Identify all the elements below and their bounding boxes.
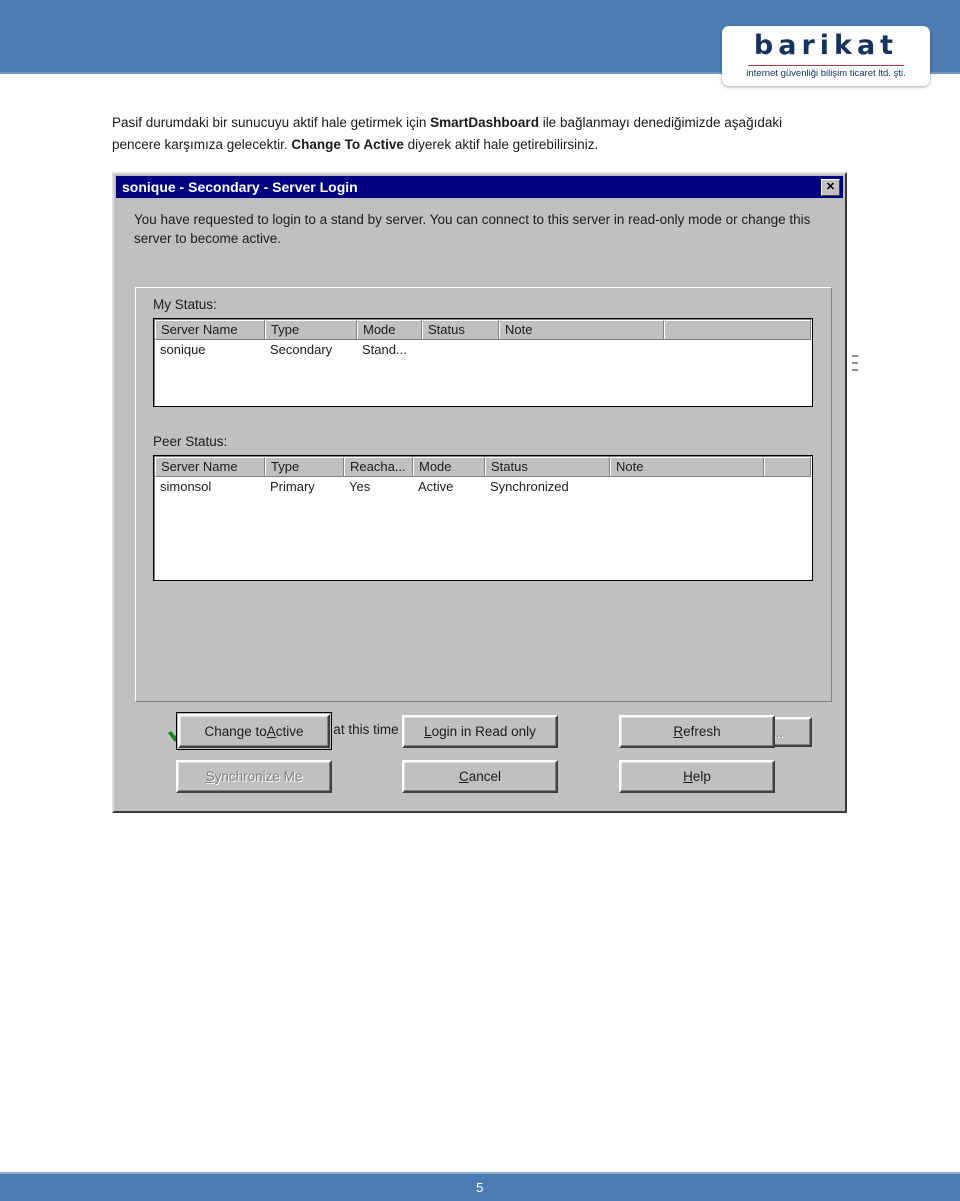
intro-bold-smartdashboard: SmartDashboard [430, 115, 539, 130]
scan-artifact [852, 362, 858, 364]
peer-status-cell-note [610, 477, 764, 497]
my-status-col-server-name[interactable]: Server Name [155, 320, 265, 339]
help-accel: H [683, 769, 693, 784]
intro-text-3: diyerek aktif hale getirebilirsiniz. [403, 137, 599, 152]
peer-status-col-blank[interactable] [764, 457, 811, 476]
peer-status-col-status[interactable]: Status [485, 457, 610, 476]
barikat-logo: barikat internet güvenliği bilişim ticar… [722, 26, 930, 86]
login-read-only-label-post: ogin in Read only [431, 724, 536, 739]
peer-status-listview[interactable]: Server Name Type Reacha... Mode Status N… [153, 455, 813, 581]
cancel-label-post: ancel [468, 769, 502, 784]
peer-status-col-note[interactable]: Note [610, 457, 764, 476]
help-button[interactable]: Help [619, 760, 775, 793]
close-icon[interactable]: ✕ [821, 178, 840, 196]
status-group-panel: My Status: Server Name Type Mode Status … [135, 287, 832, 747]
intro-text-1: Pasif durumdaki bir sunucuyu aktif hale … [112, 115, 431, 130]
my-status-cell-mode: Stand... [362, 342, 407, 357]
my-status-cell-note [499, 340, 664, 360]
peer-status-header-row: Server Name Type Reacha... Mode Status N… [155, 457, 811, 477]
my-status-cell-type: Secondary [270, 342, 333, 357]
scan-artifact [852, 369, 858, 371]
peer-status-col-mode[interactable]: Mode [413, 457, 485, 476]
logo-tagline: internet güvenliği bilişim ticaret ltd. … [746, 68, 906, 79]
intro-paragraph: Pasif durumdaki bir sunucuyu aktif hale … [112, 112, 830, 156]
my-status-col-type[interactable]: Type [265, 320, 357, 339]
peer-status-cell-mode: Active [418, 479, 454, 494]
server-login-dialog: sonique - Secondary - Server Login ✕ You… [112, 172, 847, 813]
refresh-button[interactable]: Refresh [619, 715, 775, 748]
peer-status-cell-status: Synchronized [490, 479, 569, 494]
change-to-active-label-post: ctive [275, 723, 304, 739]
peer-status-cell-type: Primary [270, 479, 315, 494]
peer-status-label: Peer Status: [153, 434, 228, 449]
peer-status-cell-reachable: Yes [349, 479, 371, 494]
help-label-post: elp [692, 769, 711, 784]
cancel-button[interactable]: Cancel [402, 760, 558, 793]
table-row[interactable]: simonsol Primary Yes Active Synchronized [155, 477, 811, 497]
change-to-active-button-face: Change to Active [178, 714, 330, 748]
cancel-accel: C [458, 769, 469, 784]
dialog-message: You have requested to login to a stand b… [134, 212, 811, 246]
peer-status-cell-server-name: simonsol [160, 479, 212, 494]
my-status-col-blank[interactable] [664, 320, 811, 339]
page-footer-band: 5 [0, 1172, 960, 1201]
logo-wordmark: barikat [753, 30, 899, 61]
refresh-label-post: efresh [683, 724, 721, 739]
intro-bold-change-to-active: Change To Active [291, 137, 404, 152]
scan-artifact [852, 355, 858, 357]
my-status-col-mode[interactable]: Mode [357, 320, 422, 339]
change-to-active-button[interactable]: Change to Active [176, 712, 332, 750]
page-number: 5 [476, 1180, 484, 1195]
my-status-cell-server-name: sonique [160, 342, 206, 357]
my-status-label: My Status: [153, 297, 217, 312]
my-status-cell-status [422, 340, 499, 360]
synchronize-me-accel: S [205, 769, 215, 784]
refresh-accel: R [673, 724, 684, 739]
synchronize-me-label-post: ynchronize Me [214, 769, 303, 784]
synchronize-me-button[interactable]: Synchronize Me [176, 760, 332, 793]
change-to-active-label-pre: Change to [204, 723, 267, 739]
my-status-listview[interactable]: Server Name Type Mode Status Note soniqu… [153, 318, 813, 407]
dialog-title: sonique - Secondary - Server Login [122, 179, 358, 195]
login-read-only-accel: L [424, 724, 432, 739]
my-status-header-row: Server Name Type Mode Status Note [155, 320, 811, 340]
my-status-col-note[interactable]: Note [499, 320, 664, 339]
dialog-titlebar: sonique - Secondary - Server Login ✕ [116, 176, 843, 198]
peer-status-col-server-name[interactable]: Server Name [155, 457, 265, 476]
peer-status-col-type[interactable]: Type [265, 457, 344, 476]
change-to-active-accel: A [266, 723, 276, 739]
peer-status-col-reachable[interactable]: Reacha... [344, 457, 413, 476]
login-in-read-only-button[interactable]: Login in Read only [402, 715, 558, 748]
table-row[interactable]: sonique Secondary Stand... [155, 340, 811, 360]
my-status-col-status[interactable]: Status [422, 320, 499, 339]
